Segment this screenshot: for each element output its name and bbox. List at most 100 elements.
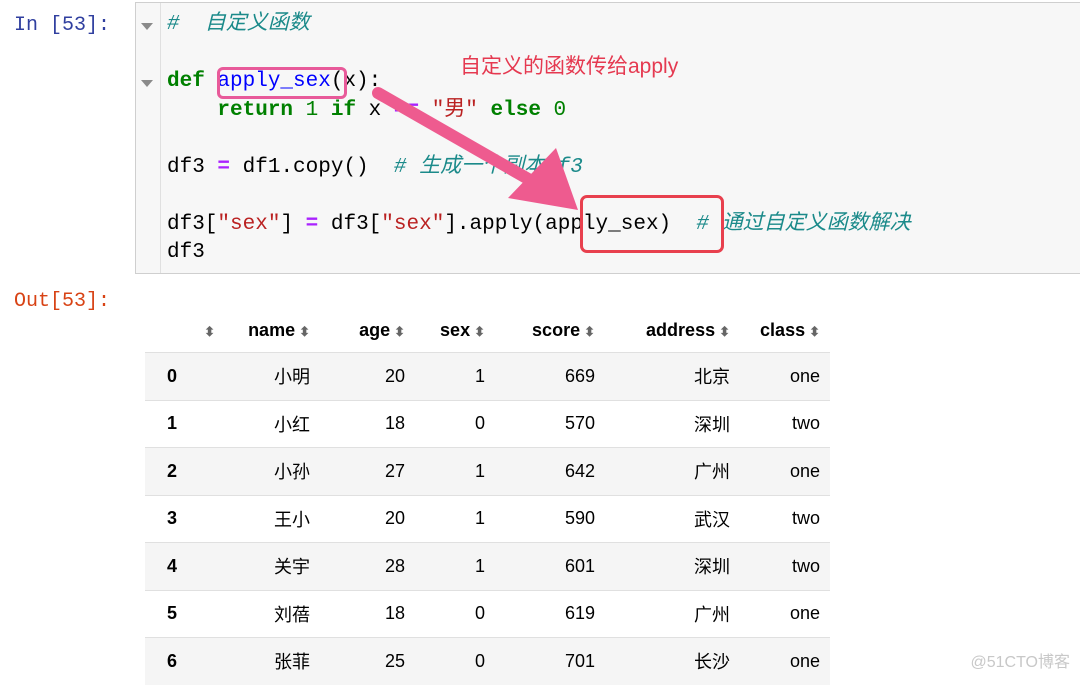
column-header-label: score (532, 319, 581, 340)
table-cell: 0 (474, 413, 485, 434)
table-cell: 0 (474, 650, 485, 671)
code-text: df3 (167, 241, 205, 264)
code-text: df3[ (330, 212, 382, 236)
table-cell: one (789, 650, 820, 671)
table-cell: 关宇 (274, 557, 310, 578)
cell-gutter (136, 3, 161, 273)
table-cell: 18 (384, 603, 405, 624)
column-header[interactable]: name ⬍ (225, 308, 320, 353)
output-prompt: Out[53]: (14, 290, 111, 313)
table-cell: 武汉 (694, 509, 730, 530)
table-cell: 0 (474, 603, 485, 624)
table-row: 6 张菲 25 0 701 长沙 one (145, 637, 830, 685)
code-keyword: return (217, 98, 306, 122)
sort-icon[interactable]: ⬍ (719, 324, 730, 339)
watermark: @51CTO博客 (970, 654, 1070, 671)
table-cell: 570 (564, 413, 595, 434)
annotation-label: 自定义的函数传给apply (460, 55, 679, 78)
table-row: 0 小明 20 1 669 北京 one (145, 352, 830, 400)
table-cell: 1 (474, 508, 485, 529)
table-cell: 20 (384, 508, 405, 529)
table-cell: 深圳 (694, 557, 730, 578)
code-comment: # 通过自定义函数解决 (696, 212, 911, 236)
table-row: 1 小红 18 0 570 深圳 two (145, 400, 830, 448)
row-index: 5 (167, 603, 178, 624)
code-text: ] (280, 212, 306, 236)
sort-icon[interactable]: ⬍ (809, 324, 820, 339)
row-index: 4 (167, 555, 178, 576)
column-header-label: name (248, 319, 296, 340)
table-cell: 601 (564, 555, 595, 576)
table-cell: 1 (474, 555, 485, 576)
table-row: 4 关宇 28 1 601 深圳 two (145, 542, 830, 590)
table-cell: one (789, 460, 820, 481)
column-header[interactable]: sex ⬍ (415, 308, 495, 353)
code-keyword: if (330, 98, 369, 122)
sort-icon[interactable]: ⬍ (394, 324, 405, 339)
code-string: "男" (431, 98, 491, 122)
table-cell: 18 (384, 413, 405, 434)
code-string: "sex" (381, 212, 445, 236)
fold-arrow-icon[interactable] (141, 80, 153, 87)
table-cell: 刘蓓 (274, 604, 310, 625)
code-keyword: def (167, 70, 218, 93)
table-cell: 小孙 (274, 462, 310, 483)
code-operator: == (393, 98, 432, 122)
row-index: 0 (167, 365, 178, 386)
code-text: df3[ (167, 212, 218, 236)
table-row: 5 刘蓓 18 0 619 广州 one (145, 590, 830, 638)
column-header[interactable]: class ⬍ (740, 308, 830, 353)
row-index: 2 (167, 460, 178, 481)
table-cell: 北京 (694, 367, 730, 388)
table-cell: 669 (564, 365, 595, 386)
code-number: 1 (305, 98, 331, 122)
table-cell: 1 (474, 460, 485, 481)
table-cell: 张菲 (274, 652, 310, 673)
table-cell: one (789, 365, 820, 386)
code-string: "sex" (217, 212, 281, 236)
row-index: 6 (167, 650, 178, 671)
highlight-box-function-def (217, 67, 347, 99)
table-row: 2 小孙 27 1 642 广州 one (145, 447, 830, 495)
table-cell: 28 (384, 555, 405, 576)
sort-icon[interactable]: ⬍ (584, 324, 595, 339)
column-header-label: age (359, 319, 391, 340)
code-text: x (368, 98, 394, 122)
table-cell: one (789, 603, 820, 624)
table-cell: 广州 (694, 604, 730, 625)
table-cell: 1 (474, 365, 485, 386)
input-prompt: In [53]: (14, 14, 111, 37)
table-header-row: ⬍ name ⬍ age ⬍ sex ⬍ score ⬍ address ⬍ class ⬍ (145, 308, 830, 353)
column-header[interactable]: address ⬍ (605, 308, 740, 353)
column-header-label: class (760, 319, 806, 340)
sort-icon[interactable]: ⬍ (204, 324, 215, 339)
column-header[interactable]: ⬍ (145, 308, 225, 353)
table-cell: two (791, 555, 820, 576)
sort-icon[interactable]: ⬍ (299, 324, 310, 339)
fold-arrow-icon[interactable] (141, 23, 153, 30)
column-header-label: sex (440, 319, 471, 340)
table-cell: 小红 (274, 414, 310, 435)
table-cell: two (791, 413, 820, 434)
table-cell: 27 (384, 460, 405, 481)
code-text: df3 (167, 155, 218, 179)
highlight-box-apply-arg (580, 195, 724, 253)
column-header[interactable]: age ⬍ (320, 308, 415, 353)
table-cell: 25 (384, 650, 405, 671)
row-index: 1 (167, 413, 178, 434)
column-header[interactable]: score ⬍ (495, 308, 605, 353)
table-cell: 701 (564, 650, 595, 671)
code-comment: # 自定义函数 (167, 13, 310, 36)
code-keyword: else (490, 98, 554, 122)
table-cell: 小明 (274, 367, 310, 388)
table-cell: 深圳 (694, 414, 730, 435)
table-cell: 619 (564, 603, 595, 624)
table-cell: 长沙 (694, 652, 730, 673)
code-comment: # 生成一个副本df3 (393, 155, 583, 179)
sort-icon[interactable]: ⬍ (474, 324, 485, 339)
table-cell: 590 (564, 508, 595, 529)
table-cell: 642 (564, 460, 595, 481)
column-header-label: address (646, 319, 716, 340)
table-cell: 20 (384, 365, 405, 386)
table-cell: 广州 (694, 462, 730, 483)
